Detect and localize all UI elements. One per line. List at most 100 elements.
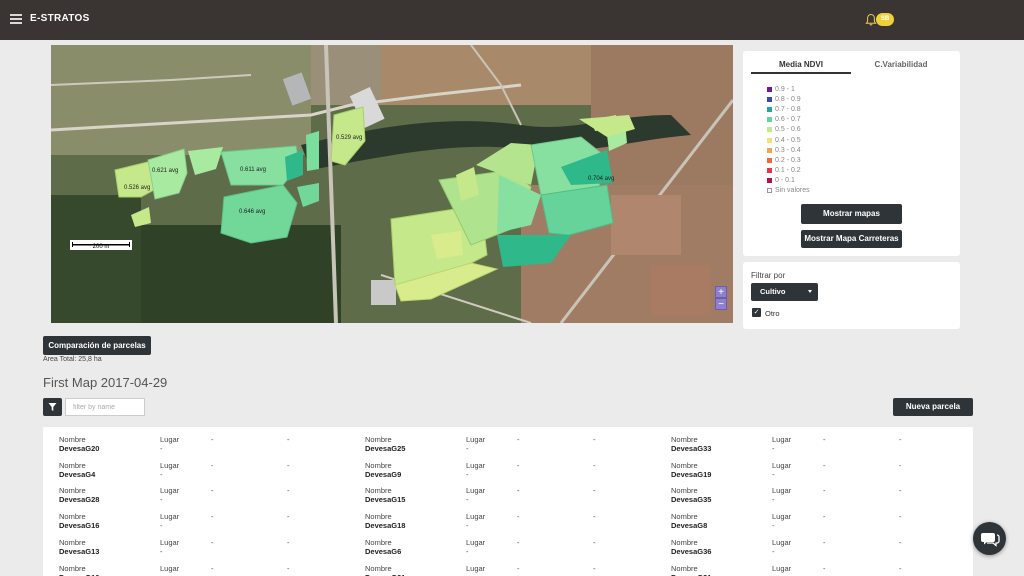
extra-cell: -	[593, 461, 596, 470]
table-row[interactable]: Nombre DevesaG25	[365, 435, 405, 453]
place-value: -	[160, 573, 179, 576]
brand-logo[interactable]: E-STRATOS	[30, 13, 90, 24]
name-label: Nombre	[671, 512, 698, 522]
empty-value: -	[899, 563, 902, 573]
ndvi-map[interactable]: 200 m 0.526 avg 0.621 avg 0.611 avg 0.64…	[51, 45, 733, 323]
place-label: Lugar	[466, 460, 486, 470]
table-row[interactable]: Nombre DevesaG16	[59, 512, 99, 530]
place-cell: Lugar-	[160, 486, 179, 504]
empty-value: -	[823, 486, 826, 496]
empty-value: -	[823, 537, 826, 547]
filter-button[interactable]	[43, 398, 62, 416]
tab-media-ndvi[interactable]: Media NDVI	[751, 60, 851, 74]
place-label: Lugar	[160, 460, 180, 470]
extra-cell: -	[517, 564, 520, 573]
place-cell: Lugar-	[160, 435, 179, 453]
chat-button[interactable]	[973, 522, 1006, 555]
table-row[interactable]: Nombre DevesaG15	[365, 486, 405, 504]
show-maps-button[interactable]: Mostrar mapas	[801, 204, 902, 224]
extra-cell: -	[517, 538, 520, 547]
menu-icon[interactable]	[10, 14, 22, 24]
parcel-name: DevesaG35	[671, 495, 712, 505]
place-value: -	[772, 521, 775, 531]
place-label: Lugar	[772, 563, 792, 573]
table-row[interactable]: Nombre DevesaG36	[671, 538, 711, 556]
ndvi-legend: 0.9 - 1 0.8 - 0.9 0.7 - 0.8 0.6 - 0.7 0.…	[767, 84, 810, 196]
empty-value: -	[287, 435, 290, 444]
empty-value: -	[593, 563, 596, 573]
legend-swatch	[767, 106, 772, 112]
extra-cell: -	[287, 512, 290, 521]
table-row[interactable]: Nombre DevesaG20	[59, 435, 99, 453]
table-row[interactable]: Nombre DevesaG13	[59, 538, 99, 556]
table-row[interactable]: Nombre DevesaG28	[59, 486, 99, 504]
legend-swatch	[767, 96, 772, 102]
table-row[interactable]: Nombre DevesaG35	[671, 486, 711, 504]
extra-cell: -	[823, 538, 826, 547]
otro-checkbox[interactable]: ✓	[752, 308, 761, 317]
map-canvas[interactable]: 200 m 0.526 avg 0.621 avg 0.611 avg 0.64…	[51, 45, 733, 323]
filter-select[interactable]: Cultivo	[751, 283, 818, 301]
extra-cell: -	[517, 486, 520, 495]
empty-value: -	[517, 435, 520, 444]
place-label: Lugar	[466, 486, 486, 496]
parcel-label: 0.611 avg	[240, 167, 266, 173]
legend-item: 0.6 - 0.7	[767, 115, 810, 125]
legend-item: 0.4 - 0.5	[767, 135, 810, 145]
place-cell: Lugar-	[466, 512, 485, 530]
extra-cell: -	[823, 512, 826, 521]
place-cell: Lugar-	[772, 538, 791, 556]
place-label: Lugar	[772, 512, 792, 522]
table-row[interactable]: Nombre DevesaG18	[365, 512, 405, 530]
place-value: -	[466, 495, 469, 505]
parcel-name: DevesaG19	[671, 469, 712, 479]
table-row[interactable]: Nombre DevesaG8	[671, 512, 707, 530]
empty-value: -	[823, 435, 826, 444]
compare-parcels-button[interactable]: Comparación de parcelas	[43, 336, 151, 355]
empty-value: -	[593, 435, 596, 444]
search-input[interactable]	[65, 398, 145, 416]
table-row[interactable]: Nombre DevesaG9	[365, 461, 401, 479]
empty-value: -	[593, 486, 596, 496]
empty-value: -	[287, 460, 290, 470]
legend-swatch	[767, 127, 772, 133]
place-value: -	[466, 444, 469, 453]
map-title: First Map 2017-04-29	[43, 375, 168, 390]
table-row[interactable]: NombreDevesaG10	[59, 564, 99, 576]
place-label: Lugar	[160, 512, 180, 522]
legend-item: 0.8 - 0.9	[767, 94, 810, 104]
tab-variabilidad[interactable]: C.Variabilidad	[851, 60, 951, 74]
place-label: Lugar	[466, 537, 486, 547]
parcel-label: 0.621 avg	[152, 168, 178, 174]
zoom-in-button[interactable]: +	[715, 286, 727, 298]
legend-swatch	[767, 137, 772, 143]
table-row[interactable]: NombreDevesaG21	[365, 564, 405, 576]
place-cell: Lugar-	[466, 486, 485, 504]
parcel-name: DevesaG28	[59, 495, 100, 505]
scale-label: 200 m	[93, 244, 110, 250]
extra-cell: -	[211, 512, 214, 521]
show-road-map-button[interactable]: Mostrar Mapa Carreteras	[801, 230, 902, 248]
place-value: -	[466, 573, 485, 576]
name-label: Nombre	[59, 537, 86, 547]
parcel-name: DevesaG10	[59, 573, 99, 576]
table-row[interactable]: Nombre DevesaG6	[365, 538, 401, 556]
table-row[interactable]: NombreDevesaG31	[671, 564, 711, 576]
extra-cell: -	[593, 435, 596, 444]
parcel-name: DevesaG25	[365, 444, 406, 453]
extra-cell: -	[899, 461, 902, 470]
legend-swatch	[767, 157, 772, 163]
empty-value: -	[517, 537, 520, 547]
table-row[interactable]: Nombre DevesaG33	[671, 435, 711, 453]
new-parcel-button[interactable]: Nueva parcela	[893, 398, 973, 416]
empty-value: -	[899, 512, 902, 522]
name-label: Nombre	[365, 486, 392, 496]
user-avatar[interactable]: SB	[876, 13, 894, 26]
extra-cell: -	[899, 538, 902, 547]
place-label: Lugar	[772, 486, 792, 496]
zoom-out-button[interactable]: −	[715, 298, 727, 310]
empty-value: -	[593, 460, 596, 470]
extra-cell: -	[287, 461, 290, 470]
table-row[interactable]: Nombre DevesaG4	[59, 461, 95, 479]
table-row[interactable]: Nombre DevesaG19	[671, 461, 711, 479]
